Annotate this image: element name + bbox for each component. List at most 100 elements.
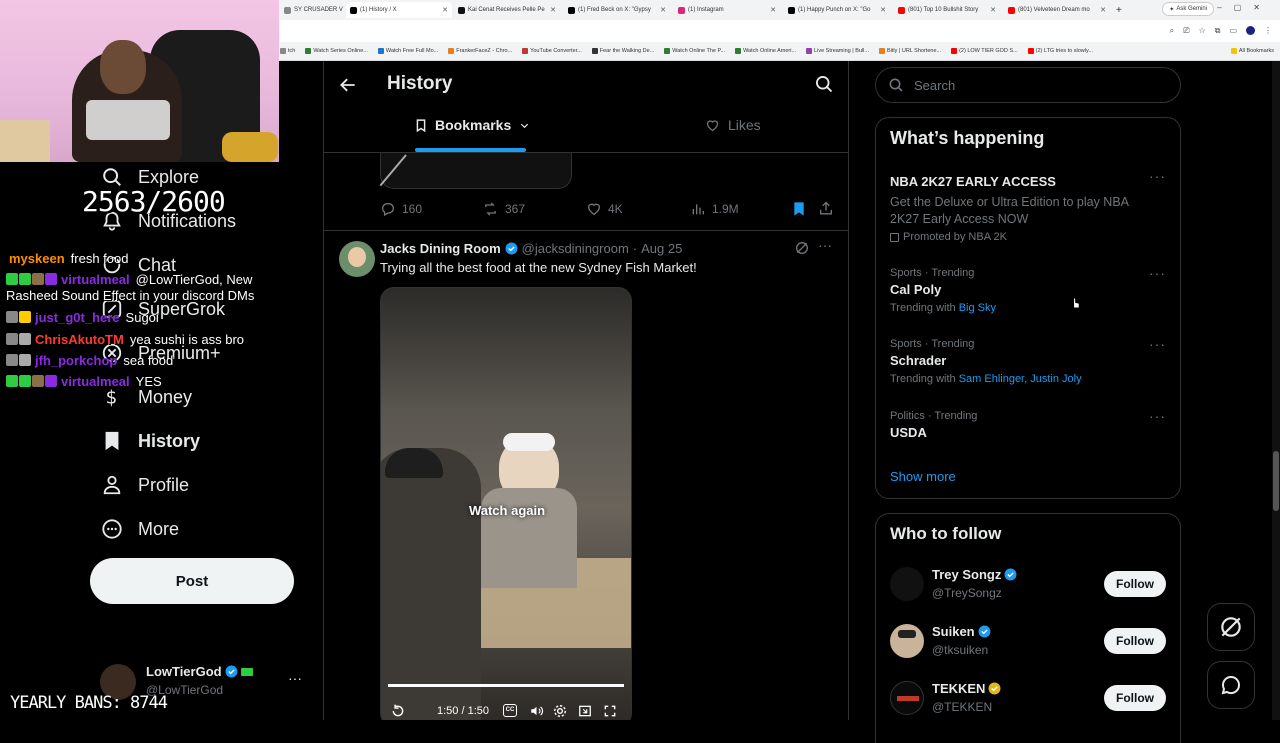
search-input[interactable] <box>914 77 1154 93</box>
bookmark-item[interactable]: Bitly | URL Shortene... <box>878 48 941 54</box>
more-dots-icon[interactable]: ··· <box>1149 408 1166 424</box>
volume-icon[interactable] <box>529 704 544 720</box>
tweet[interactable]: Jacks Dining Room @jacksdiningroom · Aug… <box>324 230 848 720</box>
previous-tweet-media[interactable] <box>379 153 572 189</box>
avatar[interactable] <box>890 681 924 715</box>
more-dots-icon[interactable]: ··· <box>1149 265 1166 281</box>
watch-again-overlay[interactable]: Watch again <box>381 488 631 532</box>
bookmark-item[interactable]: YouTube Converter... <box>522 48 582 54</box>
avatar[interactable] <box>339 241 375 277</box>
video-player[interactable]: Watch again 1:50 / 1:50 CC <box>380 287 632 720</box>
star-icon[interactable]: ☆ <box>1199 26 1206 36</box>
downloads-icon[interactable]: ▭ <box>1229 26 1237 36</box>
more-dots-icon[interactable]: ··· <box>1149 168 1166 184</box>
repost-button[interactable]: 367 <box>482 201 525 217</box>
trend-item[interactable]: Sports · Trending Schrader Trending with… <box>876 336 1180 385</box>
scrollbar[interactable] <box>1272 61 1280 720</box>
trend-link[interactable]: Big Sky <box>959 302 996 314</box>
bookmark-item[interactable]: Watch Online Ameri... <box>735 48 796 54</box>
post-button[interactable]: Post <box>90 558 294 604</box>
extensions-icon[interactable]: ⧉ <box>1215 26 1221 36</box>
close-icon[interactable]: ✕ <box>1100 6 1106 14</box>
follow-button[interactable]: Follow <box>1104 628 1166 654</box>
follow-handle: @TreySongz <box>932 586 1002 600</box>
bookmark-item[interactable]: (2) LTG tries to slowly... <box>1027 48 1093 54</box>
bookmark-item[interactable]: FrankerFaceZ - Chro... <box>448 48 512 54</box>
like-button[interactable]: 4K <box>586 201 623 217</box>
bookmark-item[interactable]: Watch Series Online... <box>305 48 368 54</box>
tab-label: Bookmarks <box>435 117 512 133</box>
follow-suggestion[interactable]: TEKKEN @TEKKEN Follow <box>876 671 1180 723</box>
tweet-date[interactable]: Aug 25 <box>641 241 682 256</box>
close-icon[interactable]: ✕ <box>990 6 996 14</box>
new-tab-button[interactable]: + <box>1112 2 1126 18</box>
follow-button[interactable]: Follow <box>1104 571 1166 597</box>
bookmark-item[interactable]: Watch Free Full Mo... <box>377 48 438 54</box>
browser-tab[interactable]: SY CRUSADER V ✕ <box>280 2 344 18</box>
more-dots-icon[interactable]: ··· <box>1149 336 1166 352</box>
bookmark-item[interactable]: tch <box>280 48 295 54</box>
show-more-link[interactable]: Show more <box>890 469 956 484</box>
reply-button[interactable]: 160 <box>380 201 422 217</box>
tweet-handle[interactable]: @jacksdiningroom <box>522 241 629 256</box>
close-icon[interactable]: ✕ <box>550 6 556 14</box>
browser-tab[interactable]: (801) Top 10 Bullshit Story ✕ <box>894 2 1000 18</box>
tab-bookmarks[interactable]: Bookmarks <box>415 117 530 133</box>
avatar[interactable] <box>890 624 924 658</box>
more-dots-icon[interactable]: ··· <box>818 237 832 253</box>
browser-tab[interactable]: Kai Cenat Receives Pelle Pe ✕ <box>454 2 560 18</box>
more-dots-icon[interactable]: ··· <box>288 670 302 686</box>
pip-icon[interactable] <box>578 704 592 720</box>
cast-icon[interactable]: ⎚ <box>1183 26 1189 36</box>
close-icon[interactable]: ✕ <box>880 6 886 14</box>
trend-link[interactable]: Sam Ehlinger, Justin Joly <box>959 373 1082 385</box>
bookmark-item[interactable]: Live Streaming | Bull... <box>806 48 869 54</box>
search-box[interactable] <box>875 67 1181 103</box>
browser-tab[interactable]: (1) Instagram ✕ <box>674 2 780 18</box>
browser-tab[interactable]: (1) Fred Beck on X: "Gypsy ✕ <box>564 2 670 18</box>
search-button[interactable] <box>814 74 834 94</box>
share-button[interactable] <box>818 200 834 222</box>
tab-likes[interactable]: Likes <box>705 117 761 133</box>
bookmark-item[interactable]: All Bookmarks <box>1230 48 1274 54</box>
captions-icon[interactable]: CC <box>503 704 517 717</box>
settings-gear-icon[interactable] <box>553 704 567 720</box>
trend-item[interactable]: Politics · Trending USDA ··· <box>876 408 1180 440</box>
bookmark-item[interactable]: Fear the Walking De... <box>591 48 654 54</box>
zoom-icon[interactable]: ⌕ <box>1170 26 1174 36</box>
messages-fab[interactable] <box>1207 661 1255 709</box>
views-button[interactable]: 1.9M <box>690 201 739 217</box>
browser-tab[interactable]: (1) Happy Punch on X: "Go ✕ <box>784 2 890 18</box>
close-icon[interactable]: ✕ <box>660 6 666 14</box>
browser-tab[interactable]: (801) Velveteen Dream mo ✕ <box>1004 2 1110 18</box>
grok-button[interactable] <box>794 240 810 261</box>
bookmark-item[interactable]: Watch Online The P... <box>664 48 725 54</box>
back-button[interactable] <box>338 75 358 95</box>
close-icon[interactable]: ✕ <box>442 6 448 14</box>
grok-fab[interactable] <box>1207 603 1255 651</box>
nav-item-more[interactable]: More <box>100 517 179 541</box>
browser-tab-active[interactable]: (1) History / X ✕ <box>346 2 452 18</box>
bookmark-favicon-icon <box>522 48 529 54</box>
search-icon <box>889 78 903 92</box>
video-progress-track[interactable] <box>388 684 624 687</box>
bookmark-button[interactable] <box>792 201 806 222</box>
trend-item[interactable]: Sports · Trending Cal Poly Trending with… <box>876 265 1180 314</box>
bookmark-item[interactable]: (2) LOW TIER GOD S... <box>951 48 1018 54</box>
profile-avatar-icon[interactable] <box>1246 26 1255 35</box>
follow-button[interactable]: Follow <box>1104 685 1166 711</box>
follow-suggestion[interactable]: Trey Songz @TreySongz Follow <box>876 557 1180 609</box>
nav-item-profile[interactable]: Profile <box>100 473 189 497</box>
fullscreen-icon[interactable] <box>603 704 617 720</box>
tweet-author[interactable]: Jacks Dining Room <box>380 241 501 256</box>
ask-gemini-button[interactable]: ✦ Ask Gemini <box>1162 2 1214 16</box>
nav-item-history[interactable]: History <box>100 429 200 453</box>
window-controls[interactable]: –▢✕ <box>1217 3 1272 12</box>
promoted-trend[interactable]: NBA 2K27 EARLY ACCESS Get the Deluxe or … <box>876 168 1180 243</box>
follow-suggestion[interactable]: Suiken @tksuiken Follow <box>876 614 1180 666</box>
menu-icon[interactable]: ⋮ <box>1264 26 1272 36</box>
avatar[interactable] <box>890 567 924 601</box>
replay-icon[interactable] <box>391 704 405 720</box>
scrollbar-thumb[interactable] <box>1273 451 1279 511</box>
close-icon[interactable]: ✕ <box>770 6 776 14</box>
